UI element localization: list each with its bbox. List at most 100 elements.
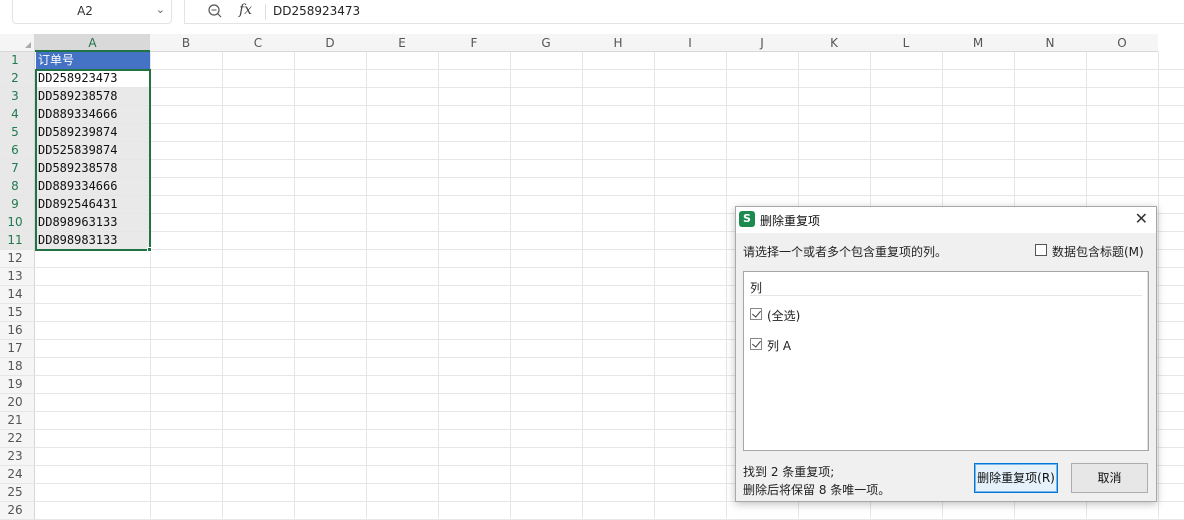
row-header-8[interactable]: 8 [0, 178, 35, 196]
formula-bar: A2 ⌄ fx DD258923473 [0, 0, 1184, 26]
close-icon[interactable]: ✕ [1135, 209, 1148, 228]
divider [265, 4, 266, 20]
row-header-12[interactable]: 12 [0, 250, 35, 268]
row-header-1[interactable]: 1 [0, 52, 35, 70]
row-header-26[interactable]: 26 [0, 502, 35, 520]
column-header-o[interactable]: O [1086, 34, 1158, 52]
row-header-label: 16 [7, 323, 23, 337]
column-header-e[interactable]: E [366, 34, 438, 52]
checkbox-column-a[interactable] [750, 338, 762, 350]
row-header-16[interactable]: 16 [0, 322, 35, 340]
column-header-g[interactable]: G [510, 34, 582, 52]
row-header-3[interactable]: 3 [0, 88, 35, 106]
column-header-c[interactable]: C [222, 34, 294, 52]
row-header-label: 1 [11, 53, 19, 67]
header-checkbox-label[interactable]: 数据包含标题(M) [1052, 243, 1144, 260]
formula-text[interactable]: DD258923473 [273, 4, 360, 18]
row-header-label: 4 [11, 107, 19, 121]
column-header-label: F [470, 36, 478, 50]
grid-line [35, 123, 1184, 124]
cancel-button[interactable]: 取消 [1071, 463, 1148, 493]
divider [750, 295, 1142, 296]
fill-handle[interactable] [147, 247, 152, 252]
row-header-label: 2 [11, 71, 19, 85]
row-header-label: 22 [7, 431, 23, 445]
column-header-label: E [398, 36, 406, 50]
status-found: 找到 2 条重复项; [743, 465, 835, 479]
column-header-f[interactable]: F [438, 34, 510, 52]
zoom-icon[interactable] [207, 3, 223, 19]
column-header-label: G [541, 36, 551, 50]
status-keep: 删除后将保留 8 条唯一项。 [743, 483, 891, 497]
column-header-label: O [1117, 36, 1127, 50]
cell-a1[interactable]: 订单号 [36, 52, 150, 69]
column-header-h[interactable]: H [582, 34, 654, 52]
row-header-19[interactable]: 19 [0, 376, 35, 394]
row-header-6[interactable]: 6 [0, 142, 35, 160]
function-icon[interactable]: fx [239, 2, 252, 18]
column-header-label: K [830, 36, 838, 50]
row-header-label: 25 [7, 485, 23, 499]
row-header-7[interactable]: 7 [0, 160, 35, 178]
row-header-24[interactable]: 24 [0, 466, 35, 484]
row-header-label: 20 [7, 395, 23, 409]
column-header-label: H [613, 36, 623, 50]
dialog-titlebar[interactable]: S 删除重复项 ✕ [736, 207, 1156, 233]
row-header-label: 26 [7, 503, 23, 517]
header-checkbox[interactable] [1035, 244, 1047, 256]
row-header-label: 14 [7, 287, 23, 301]
row-header-2[interactable]: 2 [0, 70, 35, 88]
dialog-prompt: 请选择一个或者多个包含重复项的列。 [743, 245, 948, 259]
row-header-22[interactable]: 22 [0, 430, 35, 448]
row-header-label: 6 [11, 143, 19, 157]
row-header-label: 12 [7, 251, 23, 265]
column-header-i[interactable]: I [654, 34, 726, 52]
row-header-21[interactable]: 21 [0, 412, 35, 430]
scrollbar[interactable] [1147, 272, 1148, 450]
column-header-m[interactable]: M [942, 34, 1014, 52]
row-header-label: 10 [7, 215, 23, 229]
row-header-label: 18 [7, 359, 23, 373]
row-header-25[interactable]: 25 [0, 484, 35, 502]
remove-duplicates-button[interactable]: 删除重复项(R) [974, 463, 1058, 493]
row-header-23[interactable]: 23 [0, 448, 35, 466]
row-header-14[interactable]: 14 [0, 286, 35, 304]
app-logo-icon: S [739, 211, 755, 227]
row-header-label: 23 [7, 449, 23, 463]
row-header-9[interactable]: 9 [0, 196, 35, 214]
row-header-20[interactable]: 20 [0, 394, 35, 412]
grid-line [35, 69, 1184, 70]
column-header-k[interactable]: K [798, 34, 870, 52]
column-header-a[interactable]: A [35, 34, 150, 52]
row-header-11[interactable]: 11 [0, 232, 35, 250]
checkbox-select-all[interactable] [750, 308, 762, 320]
column-header-n[interactable]: N [1014, 34, 1086, 52]
row-header-4[interactable]: 4 [0, 106, 35, 124]
column-header-l[interactable]: L [870, 34, 942, 52]
column-header-j[interactable]: J [726, 34, 798, 52]
row-header-label: 24 [7, 467, 23, 481]
column-header-d[interactable]: D [294, 34, 366, 52]
grid-line [35, 141, 1184, 142]
column-header-label: M [972, 36, 984, 50]
column-header-b[interactable]: B [150, 34, 222, 52]
row-header-label: 13 [7, 269, 23, 283]
column-header-label: L [902, 36, 910, 50]
row-header-15[interactable]: 15 [0, 304, 35, 322]
name-box[interactable]: A2 ⌄ [12, 0, 172, 24]
row-header-label: 11 [7, 233, 23, 247]
column-listbox[interactable]: 列 (全选) 列 A [743, 271, 1149, 451]
column-header-label: N [1045, 36, 1055, 50]
row-header-5[interactable]: 5 [0, 124, 35, 142]
column-header-label: D [325, 36, 335, 50]
row-header-label: 17 [7, 341, 23, 355]
dialog-title: 删除重复项 [760, 214, 821, 228]
chevron-down-icon[interactable]: ⌄ [156, 3, 165, 16]
select-all-corner[interactable] [0, 34, 35, 52]
row-header-18[interactable]: 18 [0, 358, 35, 376]
row-header-label: 21 [7, 413, 23, 427]
row-header-13[interactable]: 13 [0, 268, 35, 286]
formula-input[interactable]: fx DD258923473 [184, 0, 1184, 24]
row-header-10[interactable]: 10 [0, 214, 35, 232]
row-header-17[interactable]: 17 [0, 340, 35, 358]
